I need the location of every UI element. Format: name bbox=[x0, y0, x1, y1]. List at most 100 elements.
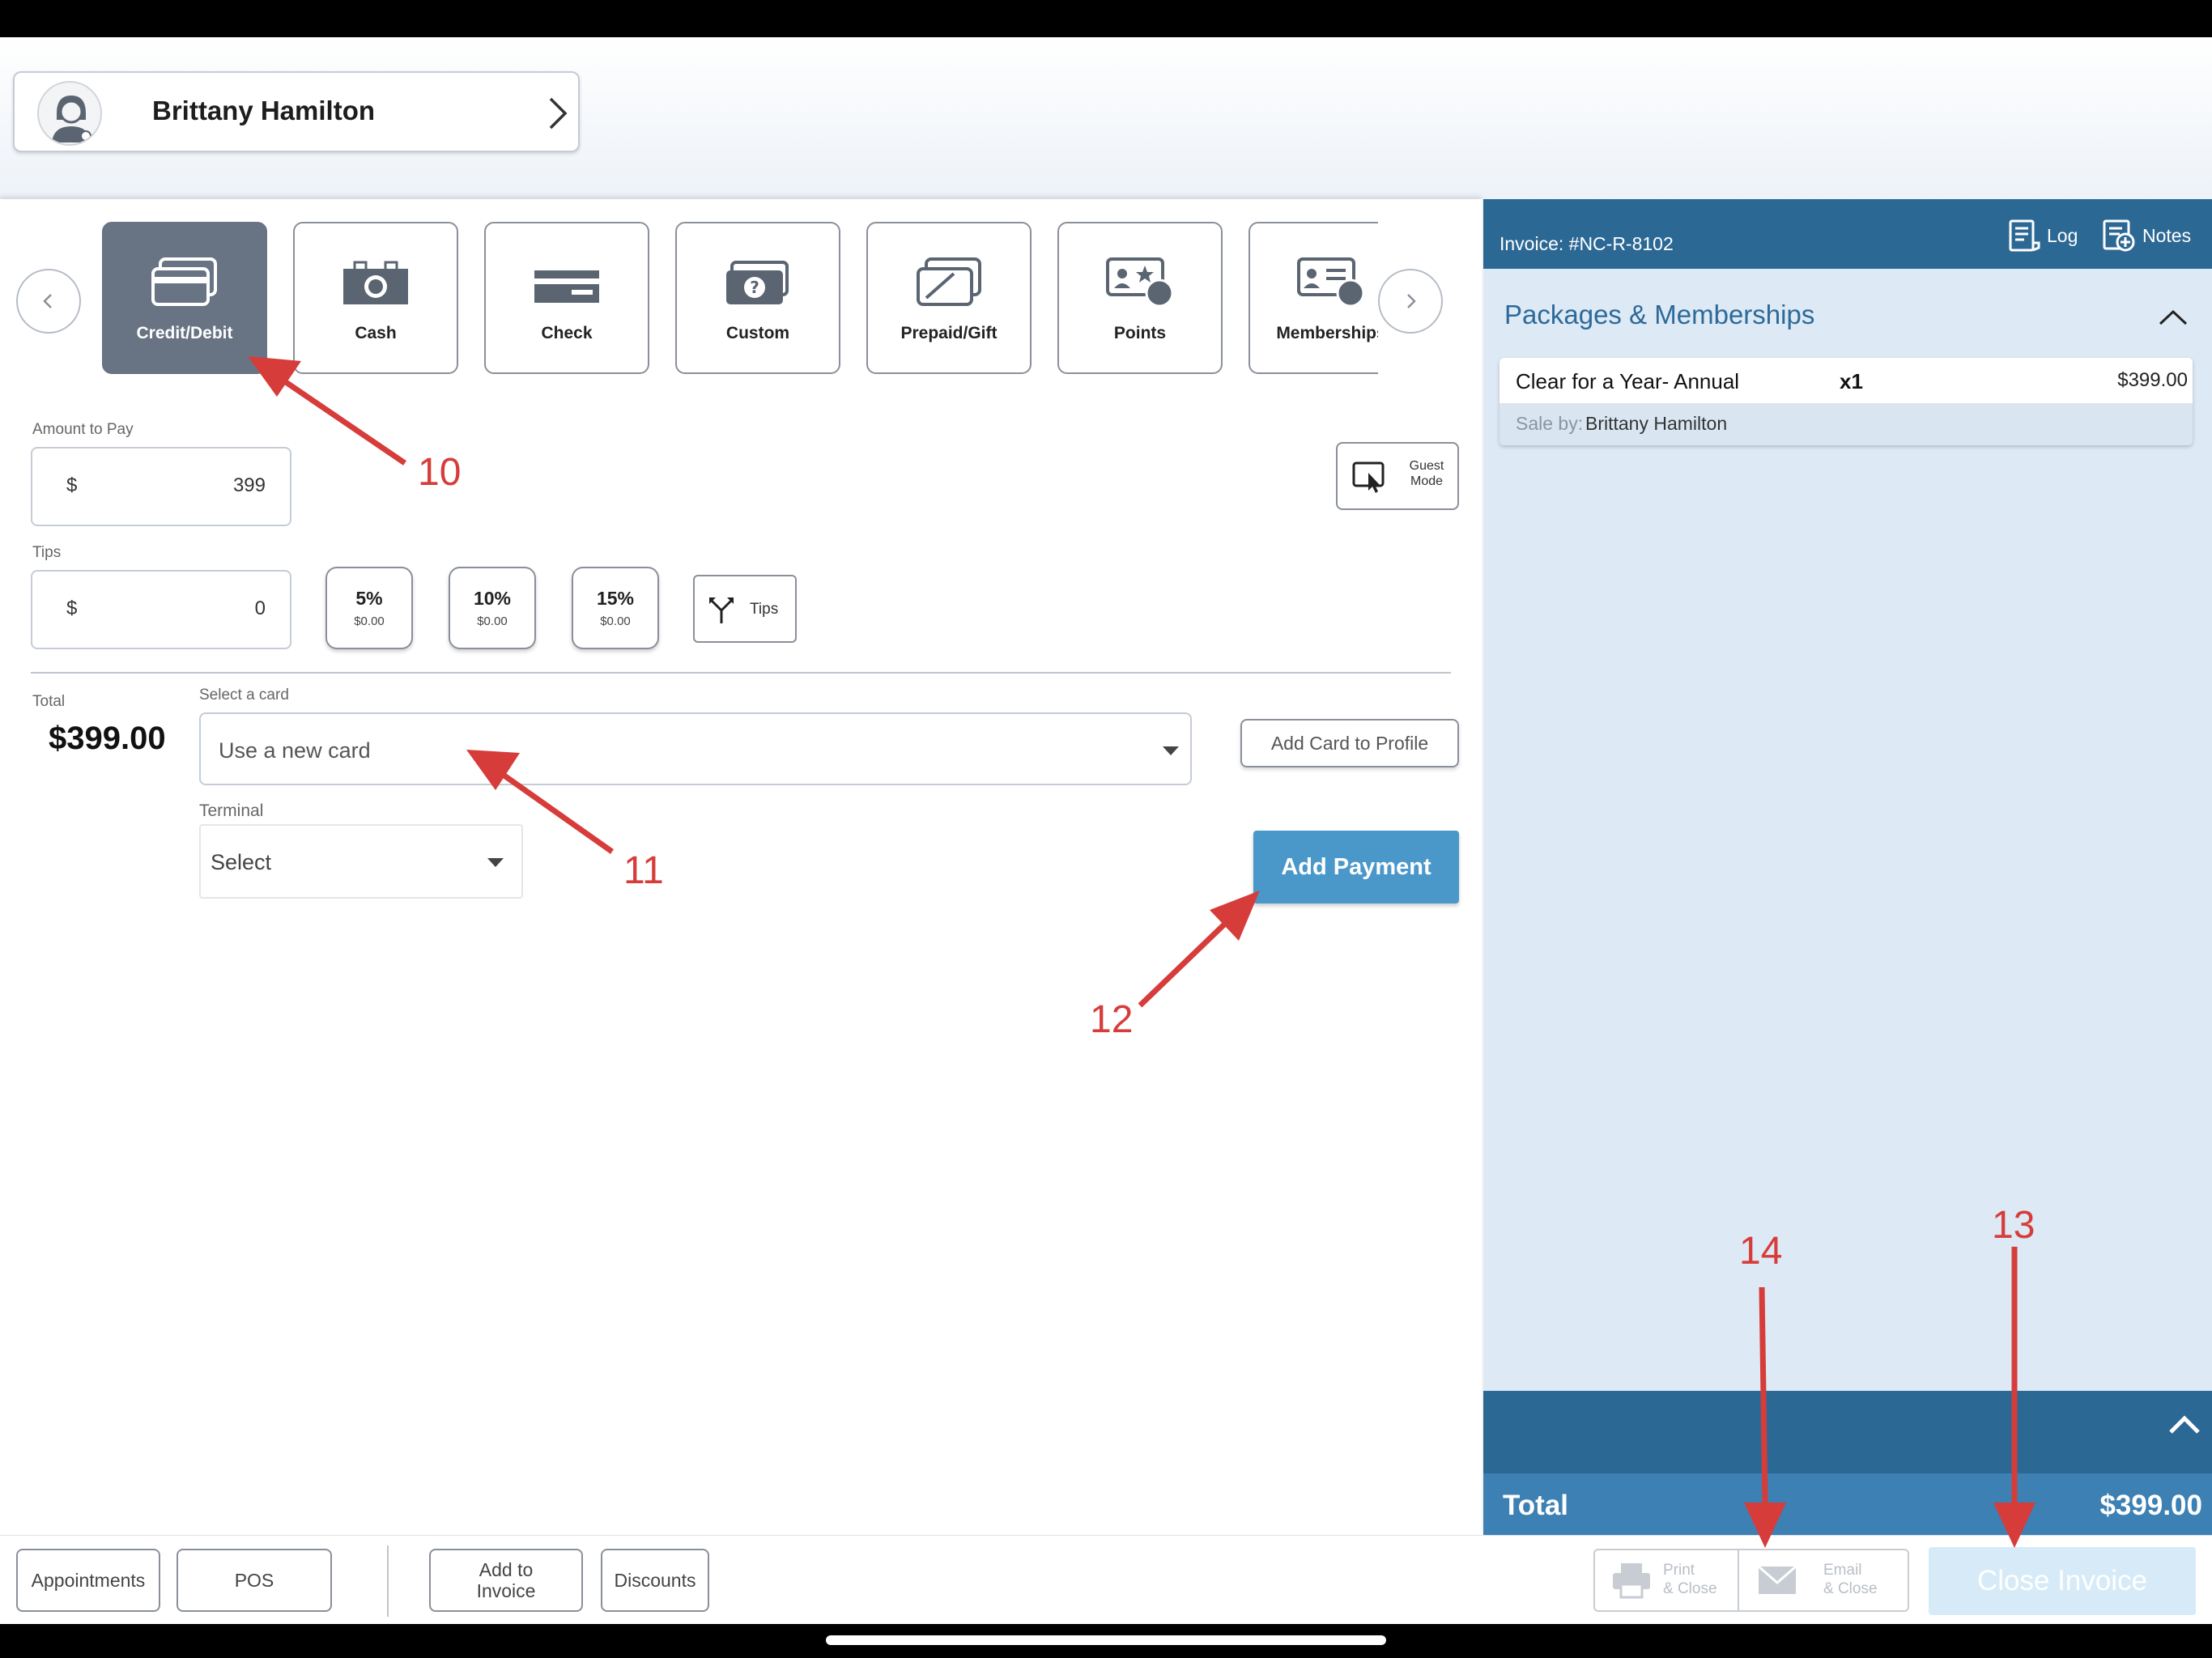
log-icon bbox=[2009, 219, 2040, 252]
button-label: Add to bbox=[479, 1558, 534, 1580]
payment-method-label: Cash bbox=[355, 324, 397, 342]
tip-amount: $0.00 bbox=[354, 614, 385, 628]
invoice-item[interactable]: Clear for a Year- Annual x1 $399.00 Sale… bbox=[1499, 358, 2193, 445]
currency-symbol: $ bbox=[66, 597, 78, 619]
amount-label: Amount to Pay bbox=[32, 421, 134, 438]
scroll-right-button[interactable] bbox=[1378, 269, 1443, 334]
total-value: $399.00 bbox=[49, 721, 166, 756]
chevron-left-icon bbox=[43, 294, 52, 308]
home-indicator[interactable] bbox=[826, 1635, 1386, 1645]
invoice-total-value: $399.00 bbox=[2099, 1490, 2202, 1521]
add-to-invoice-button[interactable]: Add to Invoice bbox=[429, 1549, 583, 1612]
annotation-label: 13 bbox=[1992, 1204, 2035, 1247]
tips-input[interactable]: $ 0 bbox=[31, 570, 291, 649]
tip-preset-5[interactable]: 5% $0.00 bbox=[325, 567, 413, 649]
chevron-right-icon bbox=[546, 96, 570, 131]
guest-mode-label: Mode bbox=[1410, 474, 1444, 489]
select-card-dropdown[interactable]: Use a new card bbox=[199, 712, 1192, 785]
chevron-up-icon bbox=[2159, 309, 2188, 325]
guest-mode-icon bbox=[1352, 461, 1385, 493]
guest-mode-button[interactable]: Guest Mode bbox=[1336, 442, 1459, 510]
item-qty: x1 bbox=[1840, 369, 1863, 393]
appointments-button[interactable]: Appointments bbox=[16, 1549, 160, 1612]
add-card-to-profile-button[interactable]: Add Card to Profile bbox=[1240, 719, 1459, 767]
invoice-header: Invoice: #NC-R-8102 Log Notes bbox=[1483, 199, 2212, 269]
email-close-button[interactable]: Email & Close bbox=[1739, 1550, 1908, 1610]
payment-method-custom[interactable]: ? Custom bbox=[675, 222, 840, 374]
terminal-select[interactable]: Select bbox=[199, 824, 523, 899]
notes-add-icon bbox=[2103, 219, 2135, 252]
tip-amount: $0.00 bbox=[600, 614, 631, 628]
discounts-button[interactable]: Discounts bbox=[601, 1549, 709, 1612]
credit-card-icon bbox=[151, 257, 217, 306]
payment-method-label: Custom bbox=[725, 324, 790, 342]
divider bbox=[31, 672, 1451, 674]
custom-payment-icon: ? bbox=[726, 261, 789, 304]
payment-method-label: Prepaid/Gift bbox=[900, 324, 998, 342]
payment-panel: Credit/Debit Cash Check ? Custom Prepaid… bbox=[0, 199, 1482, 1535]
item-price: $399.00 bbox=[2117, 369, 2188, 391]
svg-text:?: ? bbox=[750, 278, 759, 297]
payment-method-check[interactable]: Check bbox=[484, 222, 649, 374]
payment-method-prepaid-gift[interactable]: Prepaid/Gift bbox=[866, 222, 1032, 374]
button-label: Email bbox=[1823, 1562, 1862, 1579]
split-icon bbox=[709, 597, 734, 623]
scroll-left-button[interactable] bbox=[16, 269, 81, 334]
bottom-toolbar: Appointments POS Add to Invoice Discount… bbox=[0, 1535, 2212, 1624]
divider bbox=[387, 1545, 389, 1617]
cash-icon bbox=[343, 261, 408, 304]
tip-amount: $0.00 bbox=[477, 614, 508, 628]
invoice-summary-bar bbox=[1483, 1391, 2212, 1473]
client-selector[interactable]: Brittany Hamilton bbox=[13, 71, 580, 152]
tip-preset-10[interactable]: 10% $0.00 bbox=[449, 567, 536, 649]
payment-method-strip: Credit/Debit Cash Check ? Custom Prepaid… bbox=[100, 222, 1378, 376]
invoice-total-label: Total bbox=[1503, 1490, 1569, 1521]
add-payment-button[interactable]: Add Payment bbox=[1253, 831, 1459, 903]
payment-method-label: Check bbox=[541, 324, 593, 342]
payment-method-memberships[interactable]: Memberships bbox=[1249, 222, 1378, 374]
select-card-value: Use a new card bbox=[219, 738, 371, 763]
payment-method-credit-debit[interactable]: Credit/Debit bbox=[102, 222, 267, 374]
collapse-section-button[interactable] bbox=[2157, 308, 2189, 327]
annotation-label: 12 bbox=[1090, 998, 1134, 1041]
invoice-title: Invoice: #NC-R-8102 bbox=[1499, 233, 1674, 254]
button-label: Invoice bbox=[476, 1580, 536, 1601]
tip-preset-15[interactable]: 15% $0.00 bbox=[572, 567, 659, 649]
guest-mode-label: Guest bbox=[1409, 459, 1444, 473]
split-tips-button[interactable]: Tips bbox=[693, 575, 797, 643]
button-label: & Close bbox=[1823, 1579, 1878, 1597]
payment-method-cash[interactable]: Cash bbox=[293, 222, 458, 374]
caret-down-icon bbox=[1163, 746, 1179, 755]
invoice-panel: Invoice: #NC-R-8102 Log Notes Packages &… bbox=[1483, 199, 2212, 1535]
pos-button[interactable]: POS bbox=[177, 1549, 332, 1612]
total-label: Total bbox=[32, 693, 66, 710]
payment-method-points[interactable]: Points bbox=[1057, 222, 1223, 374]
button-label: & Close bbox=[1663, 1579, 1717, 1597]
client-avatar-icon bbox=[37, 81, 102, 146]
payment-method-label: Credit/Debit bbox=[136, 324, 233, 342]
points-icon bbox=[1106, 257, 1174, 308]
sale-by-label: Sale by: bbox=[1516, 413, 1584, 434]
mail-icon bbox=[1758, 1565, 1797, 1594]
currency-symbol: $ bbox=[66, 474, 78, 496]
tips-label: Tips bbox=[32, 544, 62, 561]
notes-label: Notes bbox=[2142, 224, 2192, 246]
button-label: Print bbox=[1663, 1562, 1695, 1579]
sale-by-name: Brittany Hamilton bbox=[1585, 413, 1728, 434]
caret-down-icon bbox=[487, 858, 504, 867]
annotation-label: 11 bbox=[623, 849, 664, 892]
log-button[interactable]: Log bbox=[2008, 219, 2078, 253]
tip-percent: 15% bbox=[596, 588, 635, 609]
close-invoice-button[interactable]: Close Invoice bbox=[1929, 1547, 2196, 1615]
payment-method-label: Memberships bbox=[1276, 324, 1378, 342]
notes-button[interactable]: Notes bbox=[2102, 219, 2191, 253]
print-close-button[interactable]: Print & Close bbox=[1595, 1550, 1738, 1610]
check-icon bbox=[534, 270, 599, 303]
client-name: Brittany Hamilton bbox=[152, 96, 376, 125]
amount-input[interactable]: $ 399 bbox=[31, 447, 291, 526]
expand-summary-button[interactable] bbox=[2167, 1412, 2202, 1436]
item-sale-by-row: Sale by: Brittany Hamilton bbox=[1499, 403, 2193, 445]
tip-percent: 5% bbox=[355, 588, 383, 609]
print-email-group: Print & Close Email & Close bbox=[1593, 1549, 1909, 1612]
invoice-total-bar: Total $399.00 bbox=[1483, 1473, 2212, 1535]
